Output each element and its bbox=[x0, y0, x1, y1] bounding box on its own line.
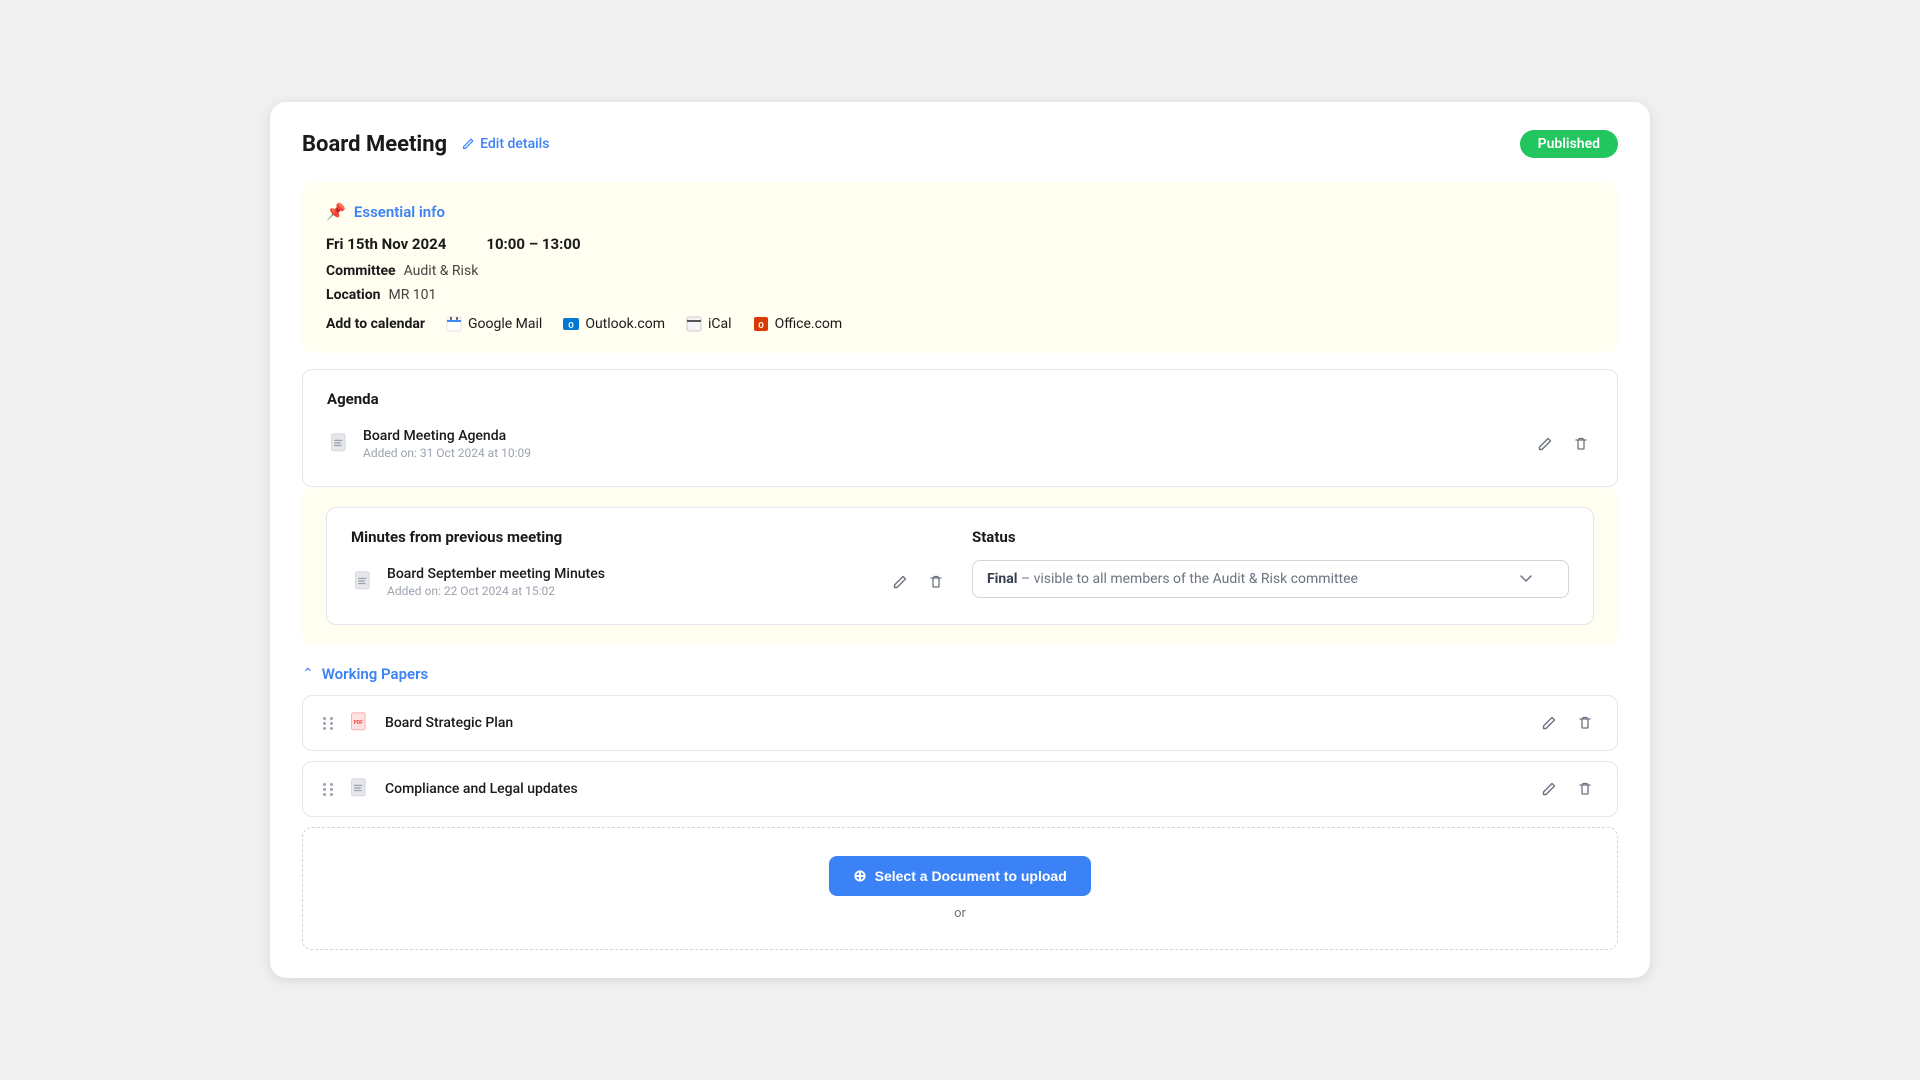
working-papers-chevron[interactable]: ⌃ bbox=[302, 666, 314, 682]
minutes-doc-icon bbox=[351, 569, 377, 595]
minutes-edit-button[interactable] bbox=[888, 570, 912, 594]
wp1-edit-button[interactable] bbox=[1537, 711, 1561, 735]
svg-text:O: O bbox=[758, 321, 764, 330]
google-mail-link[interactable]: Google Mail bbox=[445, 315, 542, 333]
ical-link[interactable]: iCal bbox=[685, 315, 732, 333]
trash-icon bbox=[1577, 715, 1593, 731]
trash-icon bbox=[1577, 781, 1593, 797]
meeting-date: Fri 15th Nov 2024 bbox=[326, 235, 446, 253]
location-label: Location bbox=[326, 287, 380, 303]
agenda-doc-added: Added on: 31 Oct 2024 at 10:09 bbox=[363, 446, 531, 460]
essential-info-title: Essential info bbox=[354, 203, 445, 221]
ical-icon bbox=[685, 315, 703, 333]
working-papers-title: Working Papers bbox=[322, 665, 429, 683]
agenda-delete-button[interactable] bbox=[1569, 432, 1593, 456]
minutes-document-row: Board September meeting Minutes Added on… bbox=[351, 560, 948, 604]
working-paper-name-1: Board Strategic Plan bbox=[385, 715, 513, 731]
drag-handle-2[interactable] bbox=[323, 783, 335, 796]
minutes-doc-added: Added on: 22 Oct 2024 at 15:02 bbox=[387, 584, 605, 598]
working-papers-section: ⌃ Working Papers PDF Board Strategic Pla… bbox=[302, 665, 1618, 950]
agenda-doc-name: Board Meeting Agenda bbox=[363, 428, 531, 444]
wp1-delete-button[interactable] bbox=[1573, 711, 1597, 735]
trash-icon bbox=[928, 574, 944, 590]
drag-handle-1[interactable] bbox=[323, 717, 335, 730]
minutes-title: Minutes from previous meeting bbox=[351, 528, 948, 546]
working-paper-item-2: Compliance and Legal updates bbox=[302, 761, 1618, 817]
status-desc: – visible to all members of the Audit & … bbox=[1017, 571, 1358, 587]
page-title: Board Meeting bbox=[302, 132, 447, 157]
outlook-link[interactable]: O Outlook.com bbox=[562, 315, 665, 333]
upload-section: ⊕ Select a Document to upload or bbox=[302, 827, 1618, 950]
pencil-icon bbox=[1541, 715, 1557, 731]
pdf-doc-icon-1: PDF bbox=[347, 710, 373, 736]
add-to-calendar-label: Add to calendar bbox=[326, 316, 425, 332]
meeting-time: 10:00 – 13:00 bbox=[486, 235, 580, 253]
working-paper-item-1: PDF Board Strategic Plan bbox=[302, 695, 1618, 751]
committee-value: Audit & Risk bbox=[404, 263, 479, 279]
outlook-label: Outlook.com bbox=[585, 316, 665, 332]
committee-label: Committee bbox=[326, 263, 396, 279]
edit-details-label: Edit details bbox=[480, 136, 549, 152]
published-badge: Published bbox=[1520, 130, 1618, 158]
status-label: Status bbox=[972, 528, 1569, 546]
chevron-down-icon bbox=[1520, 575, 1532, 583]
agenda-section: Agenda Board Meeting Agenda Added on: 31… bbox=[302, 369, 1618, 487]
working-paper-name-2: Compliance and Legal updates bbox=[385, 781, 578, 797]
edit-icon bbox=[461, 137, 475, 151]
pencil-icon bbox=[1537, 436, 1553, 452]
minutes-delete-button[interactable] bbox=[924, 570, 948, 594]
pin-icon: 📌 bbox=[326, 202, 346, 221]
pencil-icon bbox=[892, 574, 908, 590]
svg-text:PDF: PDF bbox=[354, 720, 364, 726]
google-mail-label: Google Mail bbox=[468, 316, 542, 332]
upload-document-button[interactable]: ⊕ Select a Document to upload bbox=[829, 856, 1091, 896]
minutes-doc-name: Board September meeting Minutes bbox=[387, 566, 605, 582]
or-text: or bbox=[331, 906, 1589, 921]
minutes-inner: Minutes from previous meeting bbox=[326, 507, 1594, 625]
ical-label: iCal bbox=[708, 316, 732, 332]
office-label: Office.com bbox=[775, 316, 843, 332]
edit-details-link[interactable]: Edit details bbox=[461, 136, 549, 152]
minutes-section: Minutes from previous meeting bbox=[302, 487, 1618, 645]
google-cal-icon bbox=[445, 315, 463, 333]
trash-icon bbox=[1573, 436, 1589, 452]
outlook-icon: O bbox=[562, 315, 580, 333]
agenda-doc-icon bbox=[327, 431, 353, 457]
agenda-document-row: Board Meeting Agenda Added on: 31 Oct 20… bbox=[327, 422, 1593, 466]
plus-circle-icon: ⊕ bbox=[853, 866, 866, 886]
wp2-edit-button[interactable] bbox=[1537, 777, 1561, 801]
agenda-edit-button[interactable] bbox=[1533, 432, 1557, 456]
status-dropdown-wrapper[interactable]: Final – visible to all members of the Au… bbox=[972, 560, 1569, 598]
svg-text:O: O bbox=[569, 321, 575, 330]
pencil-icon bbox=[1541, 781, 1557, 797]
upload-button-label: Select a Document to upload bbox=[875, 868, 1067, 884]
status-select-display[interactable]: Final – visible to all members of the Au… bbox=[972, 560, 1569, 598]
office-icon: O bbox=[752, 315, 770, 333]
wp2-delete-button[interactable] bbox=[1573, 777, 1597, 801]
essential-info-section: 📌 Essential info Fri 15th Nov 2024 10:00… bbox=[302, 182, 1618, 353]
agenda-title: Agenda bbox=[327, 390, 1593, 408]
doc-icon-2 bbox=[347, 776, 373, 802]
status-final: Final bbox=[987, 571, 1017, 587]
office-link[interactable]: O Office.com bbox=[752, 315, 843, 333]
location-value: MR 101 bbox=[388, 287, 436, 303]
